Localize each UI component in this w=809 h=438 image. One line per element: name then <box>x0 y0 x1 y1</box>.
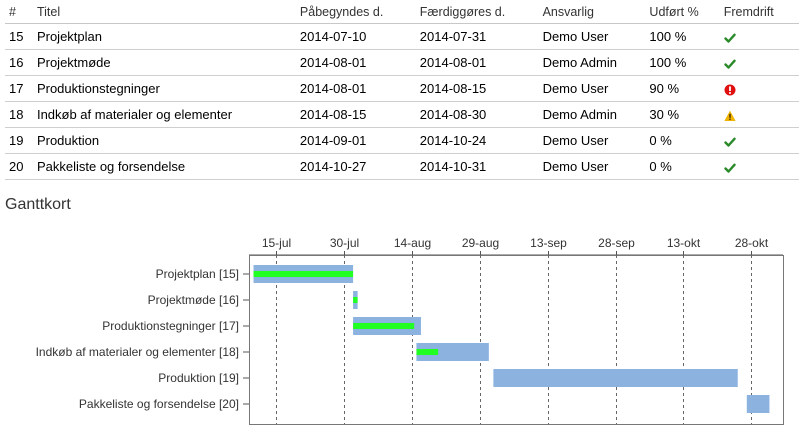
task-owner: Demo Admin <box>538 49 646 76</box>
header-owner[interactable]: Ansvarlig <box>538 0 646 24</box>
task-table: # Titel Påbegyndes d. Færdiggøres d. Ansvarl… <box>5 0 799 180</box>
task-id: 17 <box>5 75 33 102</box>
gantt-progress-bar <box>353 323 415 329</box>
table-row[interactable]: 17 Produktionstegninger 2014-08-01 2014-08-… <box>5 75 799 102</box>
progress-status <box>719 153 799 180</box>
task-owner: Demo Admin <box>538 101 646 128</box>
progress-status <box>719 23 799 50</box>
task-title[interactable]: Produktionstegninger <box>32 75 296 102</box>
task-end-date: 2014-08-15 <box>415 75 539 102</box>
task-done-percent: 30 % <box>645 101 720 128</box>
header-progress[interactable]: Fremdrift <box>719 0 799 24</box>
gantt-task-bar <box>493 369 738 387</box>
task-start-date: 2014-09-01 <box>295 127 416 154</box>
task-id: 16 <box>5 49 33 76</box>
task-end-date: 2014-10-31 <box>415 153 539 180</box>
warning-icon <box>724 107 736 122</box>
gantt-tick-label: 30-jul <box>330 236 359 250</box>
gantt-row-label: Produktionstegninger [17] <box>102 319 239 333</box>
task-title[interactable]: Indkøb af materialer og elementer <box>32 101 296 128</box>
task-title[interactable]: Projektmøde <box>32 49 296 76</box>
gantt-progress-bar <box>416 349 439 355</box>
task-start-date: 2014-08-15 <box>295 101 416 128</box>
gantt-progress-bar <box>353 297 358 303</box>
gantt-tick-label: 28-okt <box>735 236 769 250</box>
gantt-row-label: Indkøb af materialer og elementer [18] <box>36 345 239 359</box>
task-done-percent: 100 % <box>645 23 720 50</box>
task-start-date: 2014-10-27 <box>295 153 416 180</box>
gantt-row-label: Produktion [19] <box>158 371 239 385</box>
task-done-percent: 0 % <box>645 127 720 154</box>
task-title[interactable]: Projektplan <box>32 23 296 50</box>
check-icon <box>724 159 736 174</box>
table-header-row: # Titel Påbegyndes d. Færdiggøres d. Ansvarl… <box>5 0 799 24</box>
check-icon <box>724 29 736 44</box>
progress-status <box>719 127 799 154</box>
gantt-tick-label: 14-aug <box>394 236 431 250</box>
table-row[interactable]: 16 Projektmøde 2014-08-01 2014-08-01 Demo Ad… <box>5 49 799 76</box>
task-done-percent: 90 % <box>645 75 720 102</box>
task-id: 18 <box>5 101 33 128</box>
progress-status <box>719 75 799 102</box>
table-row[interactable]: 18 Indkøb af materialer og elementer 2014-… <box>5 101 799 128</box>
task-owner: Demo User <box>538 153 646 180</box>
task-start-date: 2014-08-01 <box>295 75 416 102</box>
header-title[interactable]: Titel <box>32 0 296 24</box>
task-owner: Demo User <box>538 23 646 50</box>
table-row[interactable]: 20 Pakkeliste og forsendelse 2014-10-27 201… <box>5 153 799 180</box>
task-id: 20 <box>5 153 33 180</box>
progress-status <box>719 101 799 128</box>
gantt-tick-label: 13-okt <box>667 236 701 250</box>
gantt-row-label: Projektplan [15] <box>156 267 239 281</box>
gantt-row-label: Pakkeliste og forsendelse [20] <box>79 397 239 411</box>
task-owner: Demo User <box>538 127 646 154</box>
task-start-date: 2014-07-10 <box>295 23 416 50</box>
task-end-date: 2014-08-30 <box>415 101 539 128</box>
gantt-tick-label: 15-jul <box>262 236 291 250</box>
task-start-date: 2014-08-01 <box>295 49 416 76</box>
gantt-tick-label: 29-aug <box>462 236 499 250</box>
task-id: 19 <box>5 127 33 154</box>
task-end-date: 2014-10-24 <box>415 127 539 154</box>
table-row[interactable]: 15 Projektplan 2014-07-10 2014-07-31 Demo Us… <box>5 23 799 50</box>
error-icon <box>724 81 736 96</box>
gantt-tick-label: 13-sep <box>530 236 567 250</box>
task-end-date: 2014-07-31 <box>415 23 539 50</box>
header-start[interactable]: Påbegyndes d. <box>295 0 416 24</box>
progress-status <box>719 49 799 76</box>
gantt-progress-bar <box>253 271 354 277</box>
task-done-percent: 100 % <box>645 49 720 76</box>
task-done-percent: 0 % <box>645 153 720 180</box>
table-row[interactable]: 19 Produktion 2014-09-01 2014-10-24 Demo Use… <box>5 127 799 154</box>
header-done[interactable]: Udført % <box>645 0 720 24</box>
gantt-task-bar <box>746 395 770 413</box>
gantt-title: Ganttkort <box>5 196 71 213</box>
task-owner: Demo User <box>538 75 646 102</box>
check-icon <box>724 55 736 70</box>
header-end[interactable]: Færdiggøres d. <box>415 0 539 24</box>
task-title[interactable]: Pakkeliste og forsendelse <box>32 153 296 180</box>
header-id[interactable]: # <box>5 0 33 24</box>
check-icon <box>724 133 736 148</box>
task-title[interactable]: Produktion <box>32 127 296 154</box>
gantt-row-label: Projektmøde [16] <box>148 293 239 307</box>
task-end-date: 2014-08-01 <box>415 49 539 76</box>
gantt-tick-label: 28-sep <box>598 236 635 250</box>
task-id: 15 <box>5 23 33 50</box>
